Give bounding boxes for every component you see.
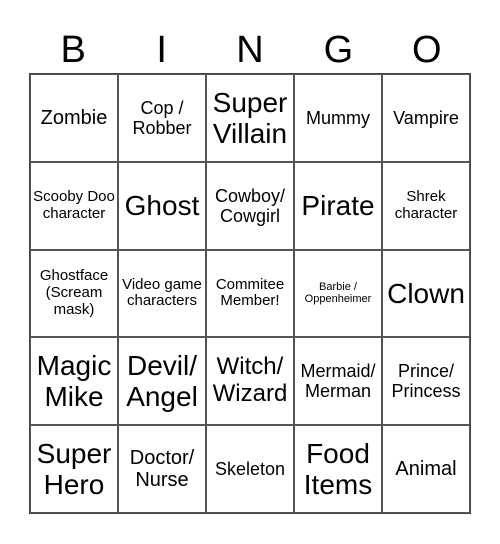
bingo-cell[interactable]: Super Hero <box>30 425 118 513</box>
bingo-cell[interactable]: Barbie / Oppenheimer <box>294 249 382 338</box>
bingo-cell[interactable]: Clown <box>382 249 470 338</box>
bingo-cell[interactable]: Prince/ Princess <box>382 337 470 426</box>
header-letter-i: I <box>156 29 167 71</box>
bingo-cell[interactable]: Ghostface (Scream mask) <box>30 249 118 338</box>
bingo-cell[interactable]: Cop / Robber <box>118 74 206 162</box>
bingo-cell[interactable]: Witch/ Wizard <box>206 337 294 426</box>
bingo-cell[interactable]: Doctor/ Nurse <box>118 425 206 513</box>
bingo-grid: Zombie Cop / Robber Super Villain Mummy … <box>29 73 471 514</box>
bingo-cell[interactable]: Super Villain <box>206 74 294 162</box>
bingo-cell[interactable]: Mermaid/ Merman <box>294 337 382 426</box>
bingo-cell[interactable]: Magic Mike <box>30 337 118 426</box>
bingo-cell[interactable]: Devil/ Angel <box>118 337 206 426</box>
header-letter-n: N <box>236 29 264 71</box>
bingo-cell[interactable]: Pirate <box>294 161 382 250</box>
bingo-header: B I N G O <box>29 28 471 72</box>
bingo-cell[interactable]: Vampire <box>382 74 470 162</box>
bingo-cell[interactable]: Scooby Doo character <box>30 161 118 250</box>
bingo-cell[interactable]: Video game characters <box>118 249 206 338</box>
bingo-cell[interactable]: Commitee Member! <box>206 249 294 338</box>
bingo-cell[interactable]: Animal <box>382 425 470 513</box>
header-letter-b: B <box>60 29 86 71</box>
bingo-cell[interactable]: Shrek character <box>382 161 470 250</box>
bingo-cell[interactable]: Cowboy/ Cowgirl <box>206 161 294 250</box>
bingo-cell[interactable]: Ghost <box>118 161 206 250</box>
bingo-cell[interactable]: Food Items <box>294 425 382 513</box>
header-letter-g: G <box>323 29 354 71</box>
header-letter-o: O <box>412 29 442 71</box>
bingo-cell[interactable]: Skeleton <box>206 425 294 513</box>
bingo-cell[interactable]: Zombie <box>30 74 118 162</box>
bingo-cell[interactable]: Mummy <box>294 74 382 162</box>
